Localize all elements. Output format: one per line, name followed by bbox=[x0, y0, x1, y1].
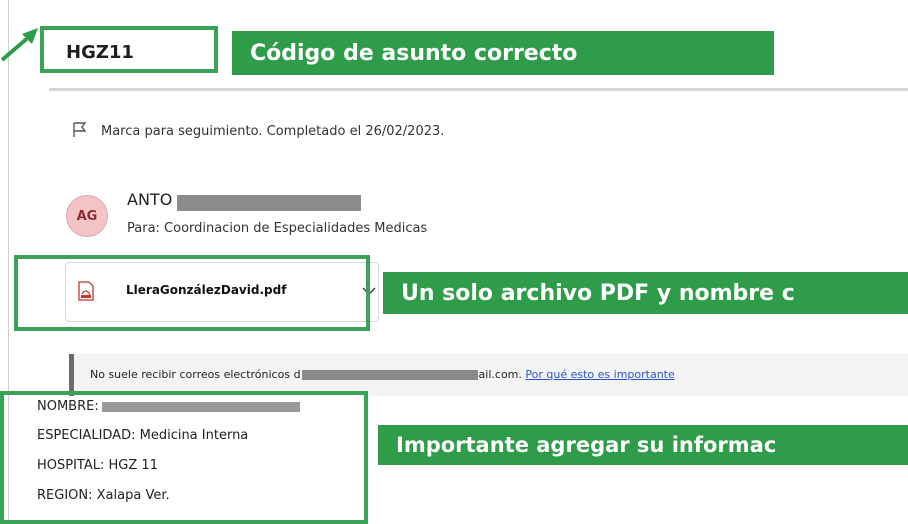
avatar[interactable]: AG bbox=[66, 195, 108, 237]
redacted-email bbox=[301, 370, 478, 380]
attachment-annotation-label: Un solo archivo PDF y nombre c bbox=[383, 272, 908, 314]
info-annotation-label: Importante agregar su informac bbox=[378, 425, 908, 465]
redacted-sender-name bbox=[177, 195, 361, 211]
follow-up-status: Marca para seguimiento. Completado el 26… bbox=[101, 124, 445, 139]
why-important-link[interactable]: Por qué esto es importante bbox=[525, 368, 674, 381]
warning-text: No suele recibir correos electrónicos d a… bbox=[90, 368, 675, 381]
external-sender-warning: No suele recibir correos electrónicos d a… bbox=[69, 354, 908, 396]
flag-icon[interactable] bbox=[73, 122, 87, 138]
warning-suffix: ail.com. bbox=[478, 368, 522, 381]
attachment-highlight-frame bbox=[14, 255, 370, 331]
subject-annotation-label: Código de asunto correcto bbox=[232, 31, 774, 75]
recipient-line: Para: Coordinacion de Especialidades Med… bbox=[127, 221, 428, 236]
header-divider bbox=[49, 88, 908, 91]
warning-prefix: No suele recibir correos electrónicos d bbox=[90, 368, 301, 381]
subject-highlight-frame bbox=[40, 26, 218, 73]
sender-name[interactable]: ANTO bbox=[127, 190, 172, 209]
info-highlight-frame bbox=[0, 391, 368, 524]
